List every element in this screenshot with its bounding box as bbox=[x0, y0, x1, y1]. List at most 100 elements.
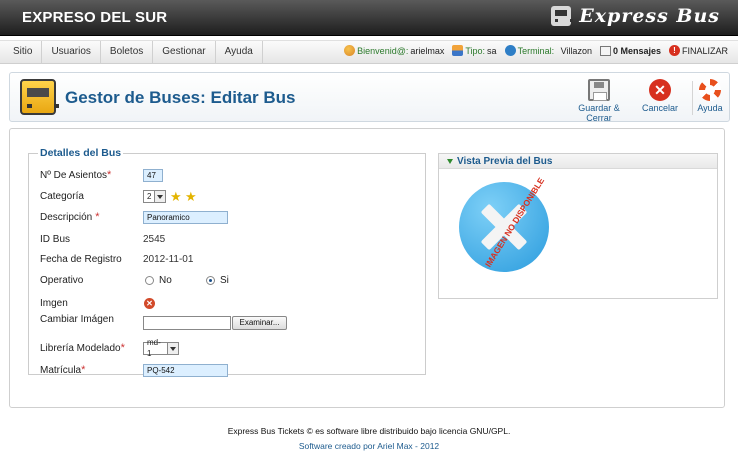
cancel-label: Cancelar bbox=[641, 103, 679, 113]
main-panel: Detalles del Bus Nº De Asientos * 47 Cate… bbox=[9, 128, 725, 408]
preview-header[interactable]: Vista Previa del Bus bbox=[439, 154, 717, 169]
page-footer: Express Bus Tickets © es software libre … bbox=[0, 426, 738, 451]
change-image-label: Cambiar Imágen bbox=[40, 313, 114, 325]
save-close-label: Guardar & Cerrar bbox=[578, 103, 620, 123]
no-image-icon: ✕ bbox=[144, 297, 155, 309]
library-label: Librería Modelado bbox=[40, 342, 121, 354]
description-input[interactable]: Panoramico bbox=[143, 210, 228, 224]
app-logo: Express Bus bbox=[551, 5, 720, 27]
operative-row: Operativo No Si bbox=[40, 272, 410, 288]
bus-preview-panel: Vista Previa del Bus IMAGEN NO DISPONIBL… bbox=[438, 153, 718, 299]
footer-credit-link[interactable]: Software creado por Ariel Max - 2012 bbox=[0, 441, 738, 451]
page-title: Gestor de Buses: Editar Bus bbox=[65, 88, 296, 107]
type-value: sa bbox=[487, 45, 497, 56]
type-status: Tipo: sa bbox=[452, 45, 497, 56]
terminal-label: Terminal: bbox=[517, 45, 555, 56]
no-image-placeholder-icon: IMAGEN NO DISPONIBLE bbox=[459, 175, 549, 272]
star-icon: ★ bbox=[185, 188, 197, 204]
required-marker: * bbox=[107, 169, 112, 181]
image-row: Imgen ✕ bbox=[40, 295, 410, 311]
image-file-input[interactable] bbox=[143, 316, 231, 330]
image-label: Imgen bbox=[40, 297, 68, 309]
welcome-label: Bienvenid@: bbox=[357, 45, 409, 56]
toolbar-divider bbox=[692, 81, 693, 115]
category-label: Categoría bbox=[40, 190, 84, 202]
main-menu: Sitio Usuarios Boletos Gestionar Ayuda bbox=[4, 41, 263, 64]
menu-item-ayuda[interactable]: Ayuda bbox=[216, 41, 263, 64]
messages-link[interactable]: 0 Mensajes bbox=[599, 45, 661, 56]
id-label: ID Bus bbox=[40, 233, 71, 245]
change-image-row: Cambiar Imágen Examinar... bbox=[40, 313, 410, 331]
required-marker: * bbox=[92, 211, 100, 223]
category-value: 2 bbox=[147, 191, 152, 201]
plate-row: Matrícula * PQ-542 bbox=[40, 362, 410, 378]
operative-label: Operativo bbox=[40, 274, 84, 286]
date-value: 2012-11-01 bbox=[143, 253, 194, 265]
terminal-icon bbox=[504, 45, 516, 56]
cancel-icon: ✕ bbox=[649, 79, 671, 101]
date-label: Fecha de Registro bbox=[40, 253, 122, 265]
star-icon: ★ bbox=[170, 188, 182, 204]
messages-count: 0 Mensajes bbox=[612, 45, 661, 56]
type-label: Tipo: bbox=[465, 45, 486, 56]
plate-input[interactable]: PQ-542 bbox=[143, 363, 228, 377]
menu-item-usuarios[interactable]: Usuarios bbox=[42, 41, 101, 64]
no-image-text: IMAGEN NO DISPONIBLE bbox=[482, 175, 547, 269]
logout-icon: ! bbox=[668, 45, 680, 56]
operative-no-radio[interactable] bbox=[145, 275, 154, 285]
chevron-down-icon bbox=[167, 342, 178, 354]
footer-license: Express Bus Tickets © es software libre … bbox=[227, 426, 511, 436]
messages-icon bbox=[599, 45, 611, 56]
plate-label: Matrícula bbox=[40, 364, 82, 376]
operative-yes-radio[interactable] bbox=[206, 275, 215, 285]
help-label: Ayuda bbox=[697, 103, 723, 113]
menu-item-sitio[interactable]: Sitio bbox=[4, 41, 43, 64]
category-select[interactable]: 2 bbox=[143, 189, 166, 203]
site-name: EXPRESO DEL SUR bbox=[22, 9, 168, 26]
bus-details-legend: Detalles del Bus bbox=[40, 147, 122, 159]
category-row: Categoría 2 ★ ★ bbox=[40, 188, 410, 204]
terminal-status: Terminal: Villazon bbox=[504, 45, 592, 56]
description-label: Descripción bbox=[40, 211, 93, 223]
id-value: 2545 bbox=[143, 233, 166, 245]
help-button[interactable]: Ayuda bbox=[694, 79, 726, 113]
user-type-icon bbox=[452, 45, 464, 56]
menu-bar: Sitio Usuarios Boletos Gestionar Ayuda B… bbox=[0, 40, 738, 64]
menu-item-gestionar[interactable]: Gestionar bbox=[153, 41, 216, 64]
required-marker: * bbox=[81, 364, 86, 376]
menu-item-boletos[interactable]: Boletos bbox=[101, 41, 154, 64]
collapse-triangle-icon bbox=[447, 158, 453, 164]
library-value: md-1 bbox=[147, 338, 161, 358]
operative-no-label: No bbox=[159, 274, 172, 286]
bus-logo-icon bbox=[551, 6, 574, 26]
bus-manager-icon bbox=[20, 79, 59, 115]
save-icon bbox=[588, 79, 610, 101]
id-row: ID Bus 2545 bbox=[40, 231, 410, 247]
library-select[interactable]: md-1 bbox=[143, 338, 179, 358]
logout-link[interactable]: ! FINALIZAR bbox=[668, 45, 728, 56]
bus-details-fieldset: Detalles del Bus Nº De Asientos * 47 Cate… bbox=[28, 147, 426, 378]
lifebuoy-icon bbox=[699, 79, 721, 101]
user-status: Bienvenid@: arielmax bbox=[344, 45, 444, 56]
save-close-button[interactable]: Guardar & Cerrar bbox=[566, 79, 632, 123]
seats-label: Nº De Asientos bbox=[40, 169, 108, 181]
status-bar: Bienvenid@: arielmax Tipo: sa Terminal: Vi… bbox=[344, 45, 728, 56]
description-row: Descripción * Panoramico bbox=[40, 209, 410, 225]
date-row: Fecha de Registro 2012-11-01 bbox=[40, 251, 410, 267]
logout-label: FINALIZAR bbox=[681, 45, 728, 56]
app-header: EXPRESO DEL SUR Express Bus bbox=[0, 0, 738, 36]
required-marker: * bbox=[120, 342, 125, 354]
page-toolbar: Gestor de Buses: Editar Bus Guardar & Ce… bbox=[9, 72, 730, 123]
username: arielmax bbox=[410, 45, 445, 56]
seats-input[interactable]: 47 bbox=[143, 168, 163, 182]
logo-text: Express Bus bbox=[579, 5, 720, 27]
browse-button[interactable]: Examinar... bbox=[232, 316, 287, 330]
operative-yes-label: Si bbox=[220, 274, 229, 286]
library-row: Librería Modelado * md-1 bbox=[40, 338, 410, 358]
cancel-button[interactable]: ✕ Cancelar bbox=[640, 79, 680, 113]
preview-title: Vista Previa del Bus bbox=[457, 155, 553, 167]
chevron-down-icon bbox=[154, 190, 165, 202]
user-icon bbox=[344, 45, 356, 56]
seats-row: Nº De Asientos * 47 bbox=[40, 167, 410, 183]
terminal-value: Villazon bbox=[560, 45, 592, 56]
